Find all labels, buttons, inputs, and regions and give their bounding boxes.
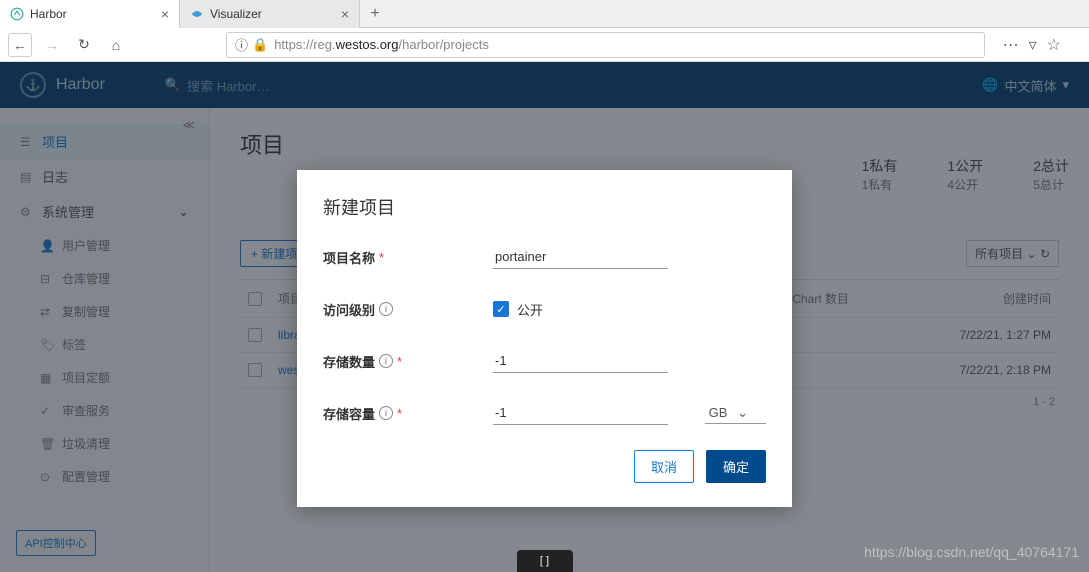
- info-icon[interactable]: i: [379, 406, 393, 420]
- info-icon[interactable]: i: [379, 354, 393, 368]
- forward-button[interactable]: →: [40, 33, 64, 57]
- close-icon[interactable]: ×: [161, 6, 169, 22]
- screenshot-tool-icon[interactable]: [ ]: [517, 550, 573, 572]
- project-name-input[interactable]: [493, 245, 668, 269]
- app-root: ⚓ Harbor 🔍 搜索 Harbor… 🌐 中文简体 ▾ ≪ ☰ 项目 ▤ …: [0, 62, 1089, 572]
- storage-cap-input[interactable]: [493, 401, 668, 425]
- field-label-access: 访问级别 i: [323, 300, 493, 319]
- browser-tabs: Harbor × Visualizer × +: [0, 0, 1089, 28]
- back-button[interactable]: ←: [8, 33, 32, 57]
- new-project-modal: 新建项目 项目名称* 访问级别 i ✓ 公开 存储数量 i *: [297, 170, 792, 507]
- public-label: 公开: [517, 300, 543, 319]
- reload-button[interactable]: ↻: [72, 33, 96, 57]
- chevron-down-icon: ⌄: [737, 405, 748, 420]
- lock-warning-icon[interactable]: 🔒: [252, 37, 268, 53]
- new-tab-button[interactable]: +: [360, 5, 390, 23]
- storage-unit-select[interactable]: GB ⌄: [705, 403, 766, 424]
- more-icon[interactable]: ⋯: [1003, 35, 1019, 55]
- field-label-name: 项目名称*: [323, 248, 493, 267]
- home-button[interactable]: ⌂: [104, 33, 128, 57]
- info-icon[interactable]: ⓘ: [235, 35, 248, 54]
- tab-title: Harbor: [30, 7, 67, 21]
- close-icon[interactable]: ×: [341, 6, 349, 22]
- modal-overlay[interactable]: 新建项目 项目名称* 访问级别 i ✓ 公开 存储数量 i *: [0, 62, 1089, 572]
- modal-title: 新建项目: [323, 194, 766, 220]
- pocket-icon[interactable]: ▿: [1029, 35, 1037, 55]
- storage-count-input[interactable]: [493, 349, 668, 373]
- url-bar[interactable]: ⓘ 🔒 https://reg.westos.org/harbor/projec…: [226, 32, 985, 58]
- browser-tab-harbor[interactable]: Harbor ×: [0, 0, 180, 28]
- bookmark-icon[interactable]: ☆: [1047, 35, 1061, 55]
- field-label-storage-count: 存储数量 i *: [323, 352, 493, 371]
- harbor-favicon-icon: [10, 7, 24, 21]
- public-checkbox[interactable]: ✓: [493, 301, 509, 317]
- info-icon[interactable]: i: [379, 302, 393, 316]
- ok-button[interactable]: 确定: [706, 450, 766, 483]
- url-text: https://reg.westos.org/harbor/projects: [274, 37, 489, 52]
- visualizer-favicon-icon: [190, 7, 204, 21]
- cancel-button[interactable]: 取消: [634, 450, 694, 483]
- browser-tab-visualizer[interactable]: Visualizer ×: [180, 0, 360, 28]
- browser-toolbar: ← → ↻ ⌂ ⓘ 🔒 https://reg.westos.org/harbo…: [0, 28, 1089, 62]
- field-label-storage-cap: 存储容量 i *: [323, 404, 493, 423]
- tab-title: Visualizer: [210, 7, 262, 21]
- watermark: https://blog.csdn.net/qq_40764171: [864, 544, 1079, 560]
